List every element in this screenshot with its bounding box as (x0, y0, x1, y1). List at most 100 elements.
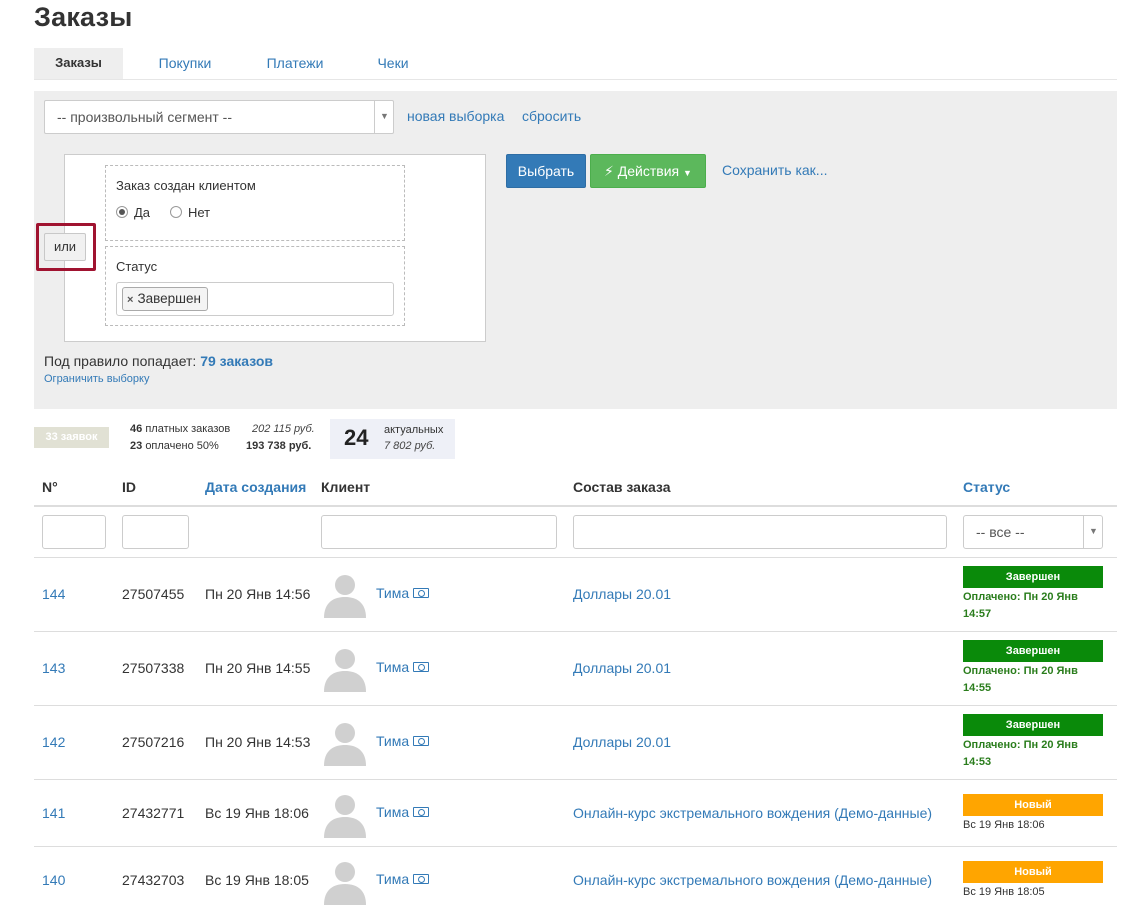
tab-orders[interactable]: Заказы (34, 48, 123, 79)
order-date: Вс 19 Янв 18:05 (205, 872, 309, 888)
radio-yes[interactable] (116, 206, 128, 218)
table-row[interactable]: 141 27432771 Вс 19 Янв 18:06 Тима Онлайн… (34, 779, 1117, 846)
radio-no-label: Нет (188, 205, 211, 220)
order-num-link[interactable]: 143 (42, 660, 65, 676)
status-tag-input[interactable]: × Завершен (116, 282, 394, 316)
order-id: 27432771 (122, 805, 185, 821)
actual-orders-box[interactable]: 24 актуальных 7 802 руб. (330, 419, 455, 459)
header-status[interactable]: Статус (963, 479, 1010, 495)
header-created-date[interactable]: Дата создания (205, 479, 306, 495)
order-num-link[interactable]: 141 (42, 805, 65, 821)
preview-icon[interactable] (413, 736, 430, 746)
status-date: Вс 19 Янв 18:06 (963, 819, 1045, 831)
status-tag-label: Завершен (137, 291, 201, 306)
radio-no[interactable] (170, 206, 182, 218)
condition-title: Статус (116, 259, 158, 274)
preview-icon[interactable] (413, 588, 430, 598)
segment-select[interactable]: -- произвольный сегмент -- ▼ (44, 100, 394, 134)
avatar[interactable] (321, 857, 369, 905)
order-date: Пн 20 Янв 14:55 (205, 660, 311, 676)
actual-label: актуальных (384, 424, 444, 436)
client-link[interactable]: Тима (376, 804, 430, 820)
actions-button[interactable]: ⚡ Действия ▼ (590, 154, 706, 188)
caret-down-icon: ▼ (1089, 526, 1098, 536)
paid-label: платных заказов (145, 423, 231, 435)
client-filter-input[interactable] (321, 515, 557, 549)
reset-link[interactable]: сбросить (522, 108, 581, 124)
paid-done-label: оплачено 50% (145, 440, 219, 452)
order-id: 27432703 (122, 872, 185, 888)
radio-yes-label: Да (134, 205, 151, 220)
paid-done-sum: 193 738 руб. (246, 440, 312, 452)
status-tag[interactable]: × Завершен (122, 287, 208, 311)
select-button[interactable]: Выбрать (506, 154, 586, 188)
status-badge: Завершен (963, 640, 1103, 662)
order-id: 27507216 (122, 734, 185, 750)
actions-button-label: Действия (617, 163, 680, 179)
status-filter-select[interactable]: -- все -- ▼ (963, 515, 1103, 549)
tab-bar: Заказы Покупки Платежи Чеки (34, 48, 1117, 80)
status-badge: Новый (963, 861, 1103, 883)
paid-sum: 202 115 руб. (252, 423, 315, 435)
caret-down-icon: ▼ (683, 168, 692, 178)
table-row[interactable]: 142 27507216 Пн 20 Янв 14:53 Тима Доллар… (34, 705, 1117, 779)
lightning-icon: ⚡ (604, 163, 614, 179)
order-num-link[interactable]: 140 (42, 872, 65, 888)
match-summary: Под правило попадает: 79 заказов (44, 353, 273, 369)
save-as-link[interactable]: Сохранить как... (722, 162, 827, 178)
order-composition-link[interactable]: Доллары 20.01 (573, 734, 671, 750)
client-link[interactable]: Тима (376, 733, 430, 749)
condition-status: Статус × Завершен (105, 246, 405, 326)
order-id: 27507455 (122, 586, 185, 602)
preview-icon[interactable] (413, 807, 430, 817)
client-link[interactable]: Тима (376, 659, 430, 675)
order-num-link[interactable]: 142 (42, 734, 65, 750)
segment-select-arrow: ▼ (374, 101, 393, 133)
preview-icon[interactable] (413, 874, 430, 884)
table-row[interactable]: 144 27507455 Пн 20 Янв 14:56 Тима Доллар… (34, 557, 1117, 631)
paid-date-line2: 14:55 (963, 682, 992, 694)
paid-count: 46 (130, 423, 143, 435)
paid-orders-line: 46 платных заказов (130, 423, 230, 435)
client-link[interactable]: Тима (376, 585, 430, 601)
avatar[interactable] (321, 790, 369, 838)
or-button[interactable]: или (44, 233, 86, 261)
avatar[interactable] (321, 644, 369, 692)
new-selection-link[interactable]: новая выборка (407, 108, 504, 124)
tab-purchases[interactable]: Покупки (146, 48, 224, 79)
match-count[interactable]: 79 заказов (200, 353, 273, 369)
paid-date-line1: Оплачено: Пн 20 Янв (963, 591, 1078, 603)
order-composition-link[interactable]: Доллары 20.01 (573, 586, 671, 602)
limit-selection-link[interactable]: Ограничить выборку (44, 373, 149, 385)
requests-badge[interactable]: 33 заявок (34, 427, 109, 448)
actual-sum: 7 802 руб. (384, 440, 436, 452)
paid-date-line1: Оплачено: Пн 20 Янв (963, 739, 1078, 751)
client-link[interactable]: Тима (376, 871, 430, 887)
header-num: N° (42, 479, 58, 495)
composition-filter-input[interactable] (573, 515, 947, 549)
order-composition-link[interactable]: Онлайн-курс экстремального вождения (Дем… (573, 805, 932, 821)
header-divider (34, 505, 1117, 507)
order-id: 27507338 (122, 660, 185, 676)
id-filter-input[interactable] (122, 515, 189, 549)
order-date: Вс 19 Янв 18:06 (205, 805, 309, 821)
condition-created-by-client: Заказ создан клиентом Да Нет (105, 165, 405, 241)
condition-title: Заказ создан клиентом (116, 178, 256, 193)
order-num-link[interactable]: 144 (42, 586, 65, 602)
status-filter-value: -- все -- (976, 524, 1025, 540)
table-row[interactable]: 143 27507338 Пн 20 Янв 14:55 Тима Доллар… (34, 631, 1117, 705)
order-date: Пн 20 Янв 14:53 (205, 734, 311, 750)
caret-down-icon: ▼ (380, 111, 389, 121)
tab-receipts[interactable]: Чеки (364, 48, 422, 79)
preview-icon[interactable] (413, 662, 430, 672)
avatar[interactable] (321, 570, 369, 618)
tab-payments[interactable]: Платежи (256, 48, 334, 79)
num-filter-input[interactable] (42, 515, 106, 549)
table-row[interactable]: 140 27432703 Вс 19 Янв 18:05 Тима Онлайн… (34, 846, 1117, 912)
remove-tag-icon[interactable]: × (127, 294, 133, 306)
avatar[interactable] (321, 718, 369, 766)
header-client: Клиент (321, 479, 371, 495)
order-composition-link[interactable]: Доллары 20.01 (573, 660, 671, 676)
order-composition-link[interactable]: Онлайн-курс экстремального вождения (Дем… (573, 872, 932, 888)
client-name: Тима (376, 733, 410, 749)
